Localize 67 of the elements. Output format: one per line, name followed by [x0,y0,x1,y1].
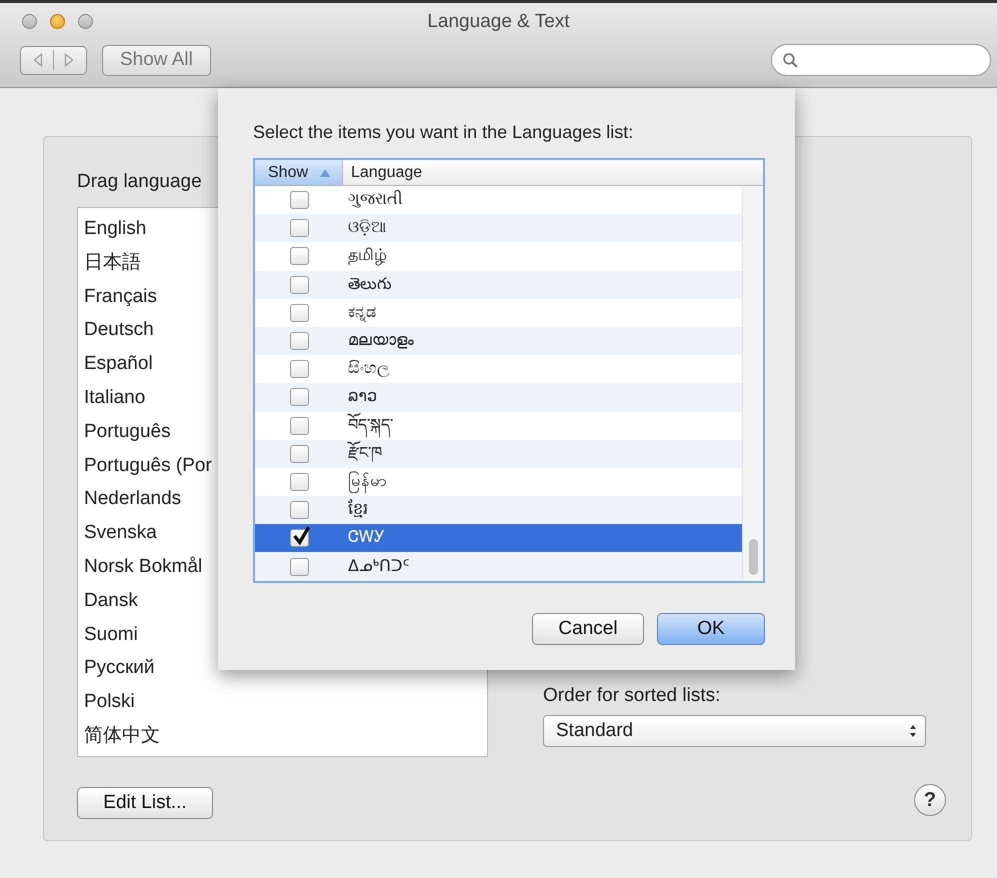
language-row[interactable]: ខ្មែរ [255,496,742,524]
language-name: ᏣᎳᎩ [347,528,385,548]
window-title: Language & Text [427,11,570,33]
language-name: ગુજરાતી [347,189,403,210]
language-row[interactable]: தமிழ் [255,242,742,271]
sort-order-dropdown[interactable]: Standard [543,715,926,747]
language-name: ລາວ [347,387,378,408]
language-row[interactable]: རྫོང་ཁ [255,440,742,468]
order-label: Order for sorted lists: [543,685,722,708]
forward-icon[interactable] [62,53,76,67]
language-row[interactable]: ଓଡ଼ିଆ [255,214,742,242]
language-row[interactable]: ລາວ [255,383,742,412]
language-name: မြန်မာ [343,468,387,495]
language-name: བོད་སྐད་ [343,412,393,439]
show-checkbox[interactable] [290,276,308,294]
show-checkbox[interactable] [290,332,308,350]
column-header[interactable]: Show [255,160,343,185]
show-checkbox[interactable] [290,472,308,491]
language-row[interactable]: മലയാളം [255,326,742,356]
zoom-button[interactable] [78,14,93,29]
back-icon[interactable] [31,53,45,67]
language-name: ᐃᓄᒃᑎᑐᑦ [347,556,410,577]
language-name: ଓଡ଼ିଆ [347,218,386,238]
show-checkbox[interactable] [290,501,308,520]
show-checkbox[interactable] [290,388,308,406]
show-checkbox[interactable] [290,529,308,548]
language-name: සිංහල [347,359,389,380]
help-button[interactable]: ? [914,784,946,816]
sheet-prompt: Select the items you want in the Languages list: [253,122,634,144]
back-forward-control[interactable] [20,46,87,74]
instruction-label: Drag language [77,171,202,194]
show-checkbox[interactable] [290,416,308,435]
show-checkbox[interactable] [290,444,308,463]
scrollbar-thumb[interactable] [748,538,758,575]
language-name: རྫོང་ཁ [343,440,382,467]
minimize-button[interactable] [50,14,65,29]
language-item[interactable]: 简体中文 [84,718,487,753]
up-down-arrows-icon [909,724,917,738]
search-icon [782,52,799,68]
show-checkbox[interactable] [290,191,308,210]
search-field[interactable] [771,44,991,76]
sort-ascending-icon [320,168,330,176]
language-name: తెలుగు [347,274,392,295]
close-button[interactable] [22,14,37,29]
show-checkbox[interactable] [290,304,308,322]
language-row[interactable]: తెలుగు [255,270,742,299]
show-checkbox[interactable] [290,219,308,238]
ok-button[interactable]: OK [657,612,765,645]
language-row[interactable]: မြန်မာ [255,468,742,496]
show-all-button[interactable]: Show All [102,44,211,76]
language-name: ខ្មែរ [347,498,368,520]
language-name: ಕನ್ನಡ [347,302,376,324]
column-header[interactable]: Language [343,160,763,185]
show-checkbox[interactable] [290,558,308,576]
language-item[interactable]: Polski [84,685,487,719]
language-name: മലയാളം [347,331,414,352]
language-row[interactable]: ᏣᎳᎩ [255,524,742,552]
language-name: தமிழ் [347,246,387,268]
show-checkbox[interactable] [290,247,308,266]
language-row[interactable]: සිංහල [255,355,742,384]
language-row[interactable]: ಕನ್ನಡ [255,298,742,327]
language-row[interactable]: ગુજરાતી [255,186,742,214]
show-checkbox[interactable] [290,360,308,378]
cancel-button[interactable]: Cancel [532,612,644,645]
language-row[interactable]: བོད་སྐད་ [255,412,742,440]
edit-list-button[interactable]: Edit List... [77,787,213,819]
language-row[interactable]: ᐃᓄᒃᑎᑐᑦ [255,552,742,581]
